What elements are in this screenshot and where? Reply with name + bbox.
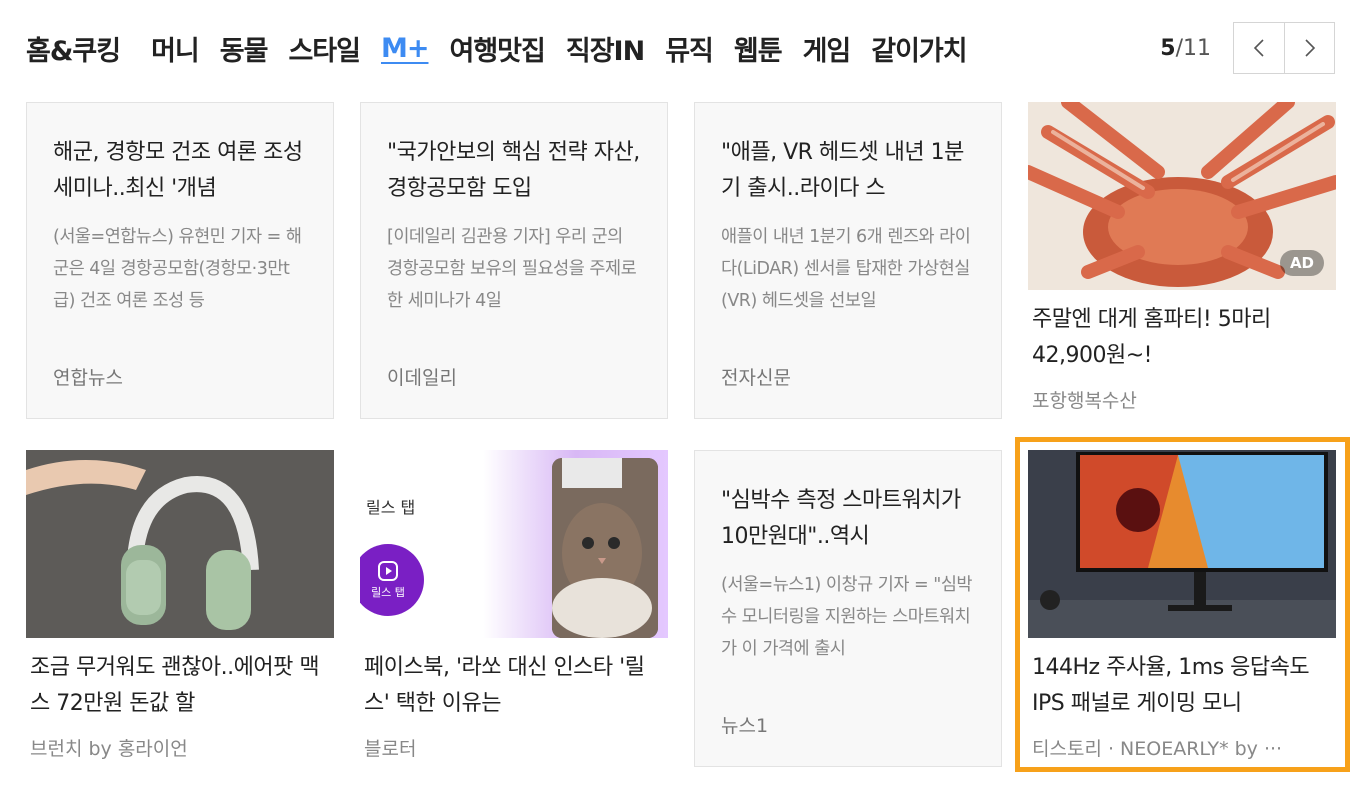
news-card-smartwatch[interactable]: "심박수 측정 스마트워치가 10만원대"..역시 (서울=뉴스1) 이창규 기… [694, 450, 1002, 767]
pager: 5/11 [1160, 22, 1335, 74]
nav-item-together[interactable]: 같이가치 [871, 29, 967, 68]
reels-icon-circle: 릴스 탭 [360, 544, 424, 616]
ad-card-crab[interactable]: AD 주말엔 대게 홈파티! 5마리 42,900원~! 포항행복수산 [1028, 102, 1336, 422]
card-description: [이데일리 김관용 기자] 우리 군의 경항공모함 보유의 필요성을 주제로 한… [387, 227, 637, 311]
card-source: 전자신문 [721, 367, 791, 389]
card-source: 포항행복수산 [1032, 390, 1137, 412]
card-title: 해군, 경항모 건조 여론 조성 세미나..최신 '개념 [53, 140, 303, 201]
card-source: 뉴스1 [721, 715, 769, 737]
news-card-facebook-reels[interactable]: 릴스 탭 릴스 탭 페이스북, '라쏘 대신 인스타 '릴스' 택한 이유는 블… [360, 450, 668, 770]
news-card-navy[interactable]: 해군, 경항모 건조 여론 조성 세미나..최신 '개념 (서울=연합뉴스) 유… [26, 102, 334, 419]
news-card-airpods[interactable]: 조금 무거워도 괜찮아..에어팟 맥스 72만원 돈값 할 브런치 by 홍라이… [26, 450, 334, 770]
ad-badge: AD [1279, 250, 1324, 276]
card-source: 연합뉴스 [53, 367, 123, 389]
nav-item-job[interactable]: 직장IN [566, 29, 645, 68]
nav-item-travel[interactable]: 여행맛집 [449, 29, 545, 68]
nav-item-m-plus[interactable]: M+ [381, 33, 429, 64]
chevron-left-icon [1253, 39, 1264, 57]
chevron-right-icon [1304, 39, 1315, 57]
category-nav: 홈&쿠킹 머니 동물 스타일 M+ 여행맛집 직장IN 뮤직 웹툰 게임 같이가… [26, 26, 988, 70]
card-source: 블로터 [364, 738, 417, 760]
page-total: /11 [1175, 35, 1211, 61]
news-card-carrier[interactable]: "국가안보의 핵심 전략 자산, 경항공모함 도입 [이데일리 김관용 기자] … [360, 102, 668, 419]
card-title: 조금 무거워도 괜찮아..에어팟 맥스 72만원 돈값 할 [30, 655, 320, 716]
nav-item-game[interactable]: 게임 [803, 29, 852, 68]
card-title: "애플, VR 헤드셋 내년 1분기 출시..라이다 스 [721, 140, 964, 201]
card-title: "국가안보의 핵심 전략 자산, 경항공모함 도입 [387, 140, 640, 201]
prev-page-button[interactable] [1234, 23, 1284, 73]
card-title: 주말엔 대게 홈파티! 5마리 42,900원~! [1032, 307, 1271, 368]
card-title: "심박수 측정 스마트워치가 10만원대"..역시 [721, 488, 961, 549]
reels-icon [378, 561, 398, 581]
nav-item-music[interactable]: 뮤직 [665, 29, 714, 68]
phone-mockup [552, 458, 658, 638]
card-description: (서울=연합뉴스) 유현민 기자 = 해군은 4일 경항공모함(경항모·3만t급… [53, 227, 302, 311]
nav-item-webtoon[interactable]: 웹툰 [734, 29, 783, 68]
card-source: 이데일리 [387, 367, 457, 389]
nav-item-money[interactable]: 머니 [151, 29, 200, 68]
card-source: 브런치 by 홍라이언 [30, 738, 188, 760]
nav-item-style[interactable]: 스타일 [288, 29, 361, 68]
nav-item-animal[interactable]: 동물 [220, 29, 269, 68]
card-description: (서울=뉴스1) 이창규 기자 = "심박수 모니터링을 지원하는 스마트워치가… [721, 575, 973, 659]
reels-tab-label: 릴스 탭 [366, 498, 416, 517]
news-card-apple-vr[interactable]: "애플, VR 헤드셋 내년 1분기 출시..라이다 스 애플이 내년 1분기 … [694, 102, 1002, 419]
focus-highlight-border [1015, 437, 1350, 772]
reels-thumbnail: 릴스 탭 릴스 탭 [360, 450, 668, 638]
card-title: 페이스북, '라쏘 대신 인스타 '릴스' 택한 이유는 [364, 655, 645, 716]
page-indicator: 5/11 [1160, 36, 1211, 61]
crab-thumbnail: AD [1028, 102, 1336, 290]
airpods-thumbnail [26, 450, 334, 638]
page-current: 5 [1160, 35, 1176, 61]
next-page-button[interactable] [1284, 23, 1334, 73]
pager-arrows [1233, 22, 1335, 74]
nav-item-home-cooking[interactable]: 홈&쿠킹 [26, 29, 121, 68]
reels-icon-label: 릴스 탭 [371, 586, 405, 599]
card-description: 애플이 내년 1분기 6개 렌즈와 라이다(LiDAR) 센서를 탑재한 가상현… [721, 227, 971, 311]
